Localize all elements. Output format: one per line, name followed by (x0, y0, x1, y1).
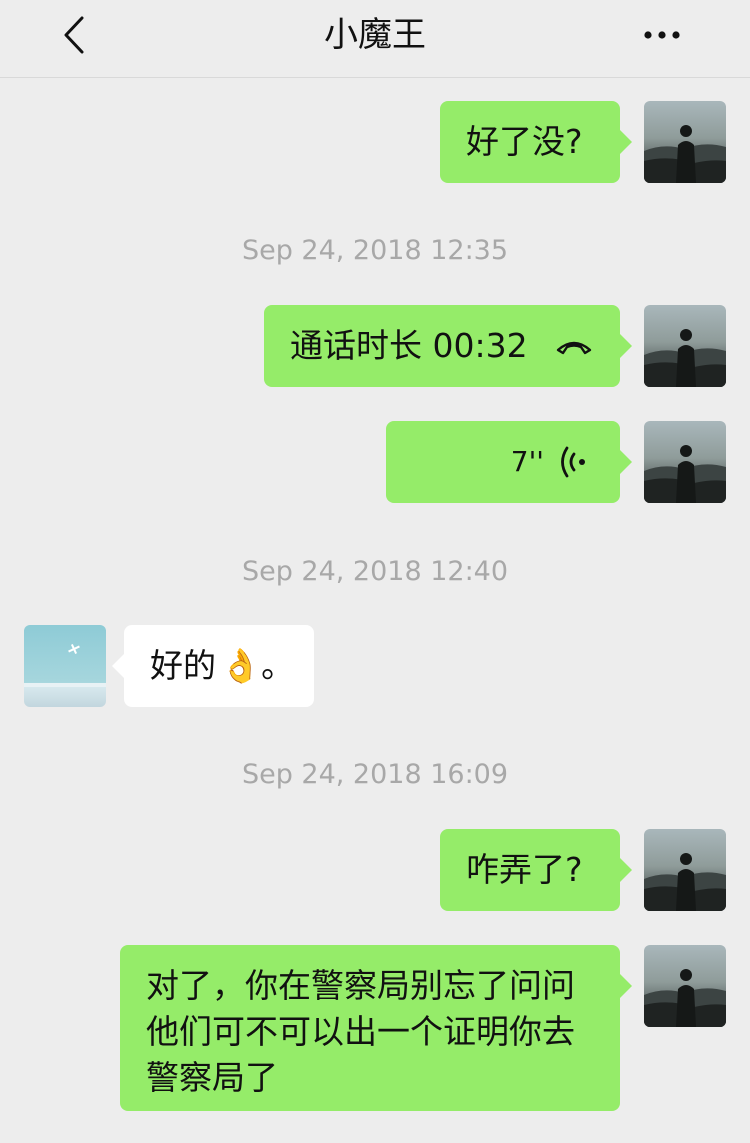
landscape-silhouette-avatar (644, 305, 726, 387)
message-bubble-self[interactable]: 咋弄了? (440, 829, 632, 911)
contact-avatar[interactable] (24, 625, 106, 707)
message-bubble-self[interactable]: 好了没? (440, 101, 632, 183)
message-line: 警察局了 (146, 1058, 278, 1097)
ok-hand-emoji: 👌 (220, 646, 262, 685)
message-bubble-self[interactable]: 对了，你在警察局别忘了问问 他们可不可以出一个证明你去 警察局了 (120, 945, 632, 1111)
message-line: 他们可不可以出一个证明你去 (146, 1012, 575, 1051)
call-duration-text: 通话时长 00:32 (290, 326, 528, 365)
sky-airplane-avatar (24, 625, 106, 707)
navigation-bar: 小魔王 (0, 0, 750, 78)
phone-hangup-icon (556, 341, 591, 355)
timestamp: Sep 24, 2018 12:40 (241, 556, 509, 587)
more-dots-icon (644, 31, 680, 39)
message-text: 咋弄了? (466, 850, 583, 889)
message-text: 好了没? (466, 122, 583, 161)
landscape-silhouette-avatar (644, 829, 726, 911)
voice-duration: 7'' (510, 445, 544, 478)
landscape-silhouette-avatar (644, 421, 726, 503)
self-avatar[interactable] (644, 101, 726, 183)
more-button[interactable] (636, 20, 688, 50)
voice-message-bubble[interactable]: 7'' (386, 421, 632, 503)
message-line: 对了，你在警察局别忘了问问 (146, 966, 575, 1005)
timestamp: Sep 24, 2018 16:09 (241, 759, 509, 790)
landscape-silhouette-avatar (644, 945, 726, 1027)
message-bubble-other[interactable]: 好的 👌 。 (112, 625, 314, 707)
self-avatar[interactable] (644, 421, 726, 503)
message-text-suffix: 。 (261, 646, 295, 685)
timestamp: Sep 24, 2018 12:35 (241, 235, 509, 266)
self-avatar[interactable] (644, 829, 726, 911)
landscape-silhouette-avatar (644, 101, 726, 183)
self-avatar[interactable] (644, 945, 726, 1027)
voice-wave-icon (561, 446, 585, 478)
message-text: 好的 (150, 646, 216, 685)
self-avatar[interactable] (644, 305, 726, 387)
call-record-bubble[interactable]: 通话时长 00:32 (264, 305, 632, 387)
